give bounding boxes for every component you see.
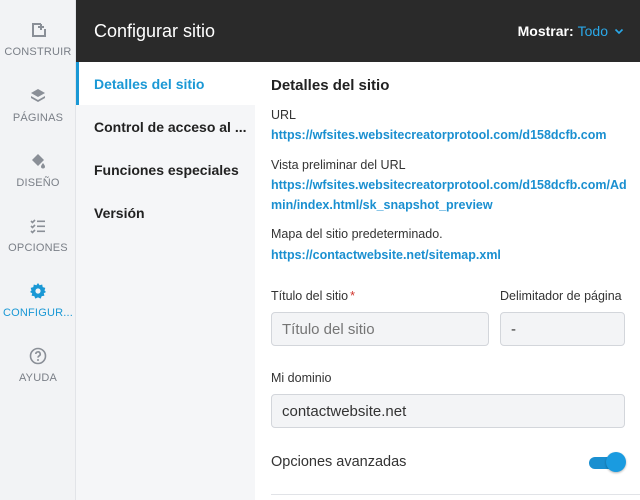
subnav-item-access-control[interactable]: Control de acceso al ... <box>76 105 255 148</box>
domain-label: Mi dominio <box>271 371 332 385</box>
top-header: Configurar sitio Mostrar: Todo <box>76 0 640 62</box>
subnav-item-site-details[interactable]: Detalles del sitio <box>76 62 255 105</box>
show-filter-value: Todo <box>577 23 608 39</box>
site-title-input[interactable] <box>271 312 489 346</box>
page-title: Configurar sitio <box>94 20 216 41</box>
preview-url-label: Vista preliminar del URL <box>271 158 406 172</box>
checklist-icon <box>30 219 45 234</box>
required-marker: * <box>350 289 355 303</box>
help-icon <box>29 347 47 365</box>
page-delimiter-input[interactable] <box>500 312 625 346</box>
subnav-item-special-functions[interactable]: Funciones especiales <box>76 148 255 191</box>
rail-item-opciones[interactable]: OPCIONES <box>0 202 76 260</box>
rail-item-label: AYUDA <box>18 372 58 384</box>
domain-input[interactable] <box>271 394 625 428</box>
advanced-options-label: Opciones avanzadas <box>271 454 407 470</box>
left-rail: CONSTRUIR PÁGINAS DISEÑO OPCIONES CONFIG… <box>0 0 76 500</box>
sitemap-label: Mapa del sitio predeterminado. <box>271 227 443 241</box>
preview-url-link[interactable]: https://wfsites.websitecreatorprotool.co… <box>271 175 631 215</box>
site-title-label: Título del sitio * <box>271 289 355 303</box>
divider <box>271 494 640 495</box>
rail-item-configurar[interactable]: CONFIGUR... <box>0 267 76 325</box>
rail-item-label: CONSTRUIR <box>4 46 72 58</box>
settings-subnav: Detalles del sitio Control de acceso al … <box>76 62 255 500</box>
layers-icon <box>31 89 45 102</box>
subnav-item-version[interactable]: Versión <box>76 191 255 234</box>
show-filter-dropdown[interactable]: Mostrar: Todo <box>518 23 624 39</box>
url-label: URL <box>271 108 297 122</box>
rail-item-label: CONFIGUR... <box>2 307 74 319</box>
rail-item-label: PÁGINAS <box>12 112 64 124</box>
gear-icon <box>30 283 46 299</box>
rail-item-diseno[interactable]: DISEÑO <box>0 137 76 195</box>
chevron-down-icon <box>614 28 624 35</box>
page-delimiter-label: Delimitador de página <box>500 289 622 303</box>
rail-item-construir[interactable]: CONSTRUIR <box>0 6 76 64</box>
rail-item-label: OPCIONES <box>8 242 68 254</box>
paint-bucket-icon <box>32 154 45 169</box>
advanced-options-toggle[interactable] <box>589 452 626 472</box>
rail-item-paginas[interactable]: PÁGINAS <box>0 72 76 130</box>
url-link[interactable]: https://wfsites.websitecreatorprotool.co… <box>271 125 631 145</box>
toggle-knob <box>606 452 626 472</box>
show-filter-label: Mostrar: <box>517 23 574 39</box>
site-details-panel: Detalles del sitio URL https://wfsites.w… <box>255 62 640 500</box>
add-page-icon <box>32 23 46 37</box>
rail-item-ayuda[interactable]: AYUDA <box>0 332 76 390</box>
section-title: Detalles del sitio <box>271 77 390 94</box>
site-title-label-text: Título del sitio <box>271 289 349 303</box>
rail-item-label: DISEÑO <box>16 177 60 189</box>
sitemap-link[interactable]: https://contactwebsite.net/sitemap.xml <box>271 245 631 265</box>
